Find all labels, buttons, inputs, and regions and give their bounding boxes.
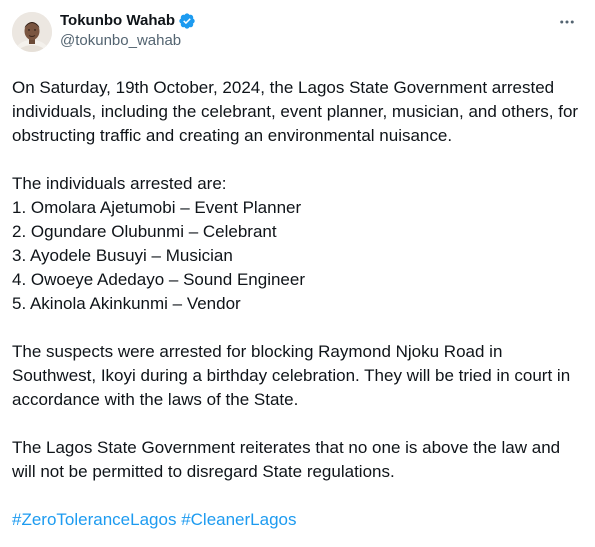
tweet-header: Tokunbo Wahab @tokunbo_wahab bbox=[12, 10, 583, 54]
arrested-item: 1. Omolara Ajetumobi – Event Planner bbox=[12, 198, 302, 217]
author-names: Tokunbo Wahab @tokunbo_wahab bbox=[60, 10, 196, 51]
hashtag-zero-tolerance-lagos[interactable]: #ZeroToleranceLagos bbox=[12, 510, 176, 529]
arrested-item: 5. Akinola Akinkunmi – Vendor bbox=[12, 294, 241, 313]
details-paragraph: The suspects were arrested for blocking … bbox=[12, 342, 571, 409]
arrested-item: 2. Ogundare Olubunmi – Celebrant bbox=[12, 222, 277, 241]
tweet-text: On Saturday, 19th October, 2024, the Lag… bbox=[12, 76, 584, 532]
hashtags: #ZeroToleranceLagos #CleanerLagos bbox=[12, 508, 584, 532]
list-heading: The individuals arrested are: bbox=[12, 174, 227, 193]
arrested-item: 4. Owoeye Adedayo – Sound Engineer bbox=[12, 270, 305, 289]
author-handle[interactable]: @tokunbo_wahab bbox=[60, 31, 196, 51]
more-options-icon[interactable] bbox=[557, 12, 577, 32]
intro-paragraph: On Saturday, 19th October, 2024, the Lag… bbox=[12, 78, 579, 145]
tweet-card: Tokunbo Wahab @tokunbo_wahab On Saturday… bbox=[0, 0, 595, 547]
arrested-item: 3. Ayodele Busuyi – Musician bbox=[12, 246, 233, 265]
verified-badge-icon[interactable] bbox=[178, 12, 196, 30]
avatar[interactable] bbox=[12, 12, 52, 52]
hashtag-cleaner-lagos[interactable]: #CleanerLagos bbox=[181, 510, 296, 529]
name-row: Tokunbo Wahab bbox=[60, 11, 196, 31]
closing-paragraph: The Lagos State Government reiterates th… bbox=[12, 438, 561, 481]
display-name[interactable]: Tokunbo Wahab bbox=[60, 11, 175, 31]
